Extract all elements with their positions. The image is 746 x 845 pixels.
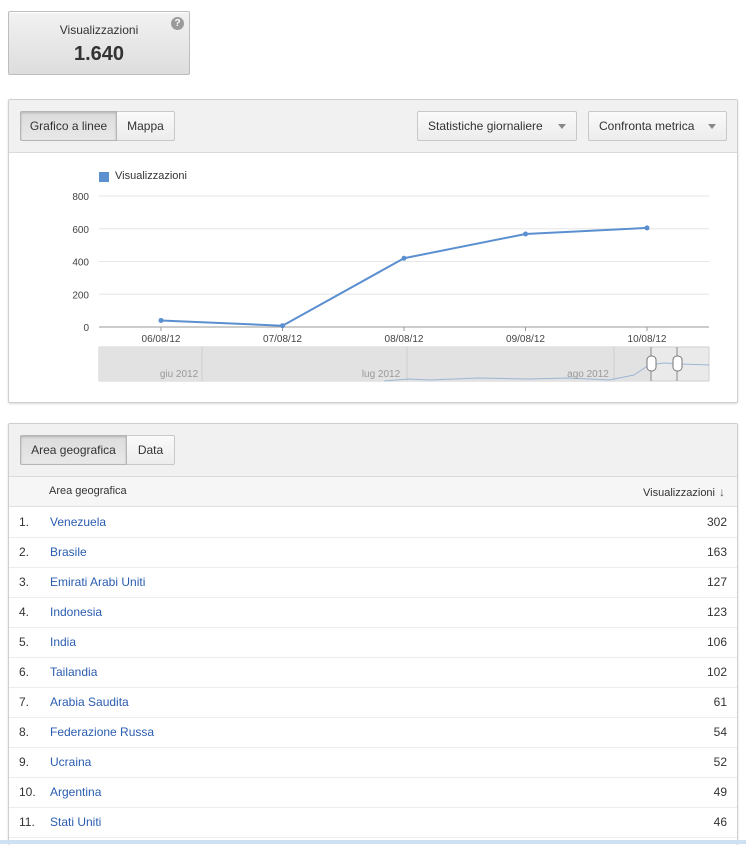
tab-map[interactable]: Mappa [117,111,175,141]
row-views: 302 [706,515,727,529]
table-row: 9. Ucraina 52 [9,747,737,778]
table-row: 7. Arabia Saudita 61 [9,687,737,718]
x-tick-label: 07/08/12 [263,334,302,345]
row-views: 123 [706,605,727,619]
x-tick-label: 06/08/12 [142,334,181,345]
x-tick-label: 09/08/12 [506,334,545,345]
region-link[interactable]: Tailandia [50,665,97,679]
row-views: 127 [706,575,727,589]
row-rank: 2. [19,545,30,559]
table-row: 4. Indonesia 123 [9,597,737,628]
sort-down-arrow-icon: ↓ [719,485,725,499]
metric-label: Visualizzazioni [59,23,139,37]
data-point[interactable] [644,225,650,231]
region-link[interactable]: Venezuela [50,515,106,529]
timeline-navigator: giu 2012 lug 2012 ago 2012 [98,346,710,382]
timeline-handle-right[interactable] [672,355,683,372]
row-rank: 5. [19,635,30,649]
timeline-label: giu 2012 [160,369,199,380]
data-point[interactable] [280,323,285,329]
region-link[interactable]: Ucraina [50,755,91,769]
table-panel: Area geografica Data Area geografica Vis… [8,423,738,845]
y-tick-label: 800 [72,192,89,203]
row-rank: 4. [19,605,30,619]
row-rank: 9. [19,755,30,769]
table-row: 5. India 106 [9,627,737,658]
chevron-down-icon [708,124,716,129]
timeline-handle-left[interactable] [646,355,657,372]
table-row: 11. Stati Uniti 46 [9,807,737,838]
y-tick-label: 200 [72,290,89,301]
daily-stats-label: Statistiche giornaliere [428,119,543,133]
series-line [160,226,648,327]
chart-svg: 800 600 400 200 0 06/08/12 07/08/12 08/08/12 09… [72,192,710,382]
column-header-views-label: Visualizzazioni [643,487,715,499]
row-views: 46 [713,815,727,829]
tab-line-chart[interactable]: Grafico a linee [20,111,117,141]
row-rank: 1. [19,515,30,529]
region-link[interactable]: Stati Uniti [50,815,101,829]
table-row: 6. Tailandia 102 [9,657,737,688]
row-rank: 11. [19,815,35,829]
region-link[interactable]: Brasile [50,545,87,559]
data-point[interactable] [158,317,164,323]
help-icon[interactable]: ? [171,17,184,30]
chevron-down-icon [558,124,566,129]
y-tick-label: 0 [83,323,89,334]
region-link[interactable]: Emirati Arabi Uniti [50,575,145,589]
row-views: 61 [713,695,727,709]
table-row: 1. Venezuela 302 [9,507,737,538]
timeline-label: lug 2012 [362,369,401,380]
compare-metric-label: Confronta metrica [599,119,695,133]
column-header-views[interactable]: Visualizzazioni ↓ [643,485,725,499]
table-row: 3. Emirati Arabi Uniti 127 [9,567,737,598]
y-tick-label: 600 [72,225,89,236]
row-views: 54 [713,725,727,739]
region-link[interactable]: Argentina [50,785,101,799]
table-row: 8. Federazione Russa 54 [9,717,737,748]
row-views: 163 [706,545,727,559]
table-row: 2. Brasile 163 [9,537,737,568]
table-header: Area geografica Visualizzazioni ↓ [9,477,737,507]
region-link[interactable]: Arabia Saudita [50,695,129,709]
row-views: 106 [706,635,727,649]
row-views: 49 [713,785,727,799]
timeline-label: ago 2012 [567,369,609,380]
row-rank: 7. [19,695,30,709]
metric-value: 1.640 [73,43,125,65]
chart-panel: Grafico a linee Mappa Statistiche giorna… [8,99,738,403]
page-bottom-strip [0,840,746,844]
row-rank: 10. [19,785,36,799]
region-link[interactable]: Federazione Russa [50,725,154,739]
data-point[interactable] [523,231,528,237]
table-toolbar: Area geografica Data [9,424,737,477]
metric-card[interactable]: Visualizzazioni 1.640 ? [8,11,190,75]
line-chart: Visualizzazioni 800 600 400 200 0 06/08/12 07… [9,153,737,401]
tab-region[interactable]: Area geografica [20,435,127,465]
region-link[interactable]: Indonesia [50,605,102,619]
y-tick-label: 400 [72,258,89,269]
region-link[interactable]: India [50,635,76,649]
tab-date[interactable]: Data [127,435,175,465]
table-row: 10. Argentina 49 [9,777,737,808]
row-rank: 6. [19,665,30,679]
row-rank: 3. [19,575,30,589]
x-tick-label: 08/08/12 [385,334,424,345]
row-views: 102 [706,665,727,679]
column-header-region[interactable]: Area geografica [49,485,127,497]
x-tick-label: 10/08/12 [628,334,667,345]
chart-toolbar: Grafico a linee Mappa Statistiche giorna… [9,100,737,153]
compare-metric-dropdown[interactable]: Confronta metrica [588,111,727,141]
row-rank: 8. [19,725,30,739]
daily-stats-dropdown[interactable]: Statistiche giornaliere [417,111,577,141]
data-point[interactable] [401,255,407,261]
row-views: 52 [713,755,727,769]
